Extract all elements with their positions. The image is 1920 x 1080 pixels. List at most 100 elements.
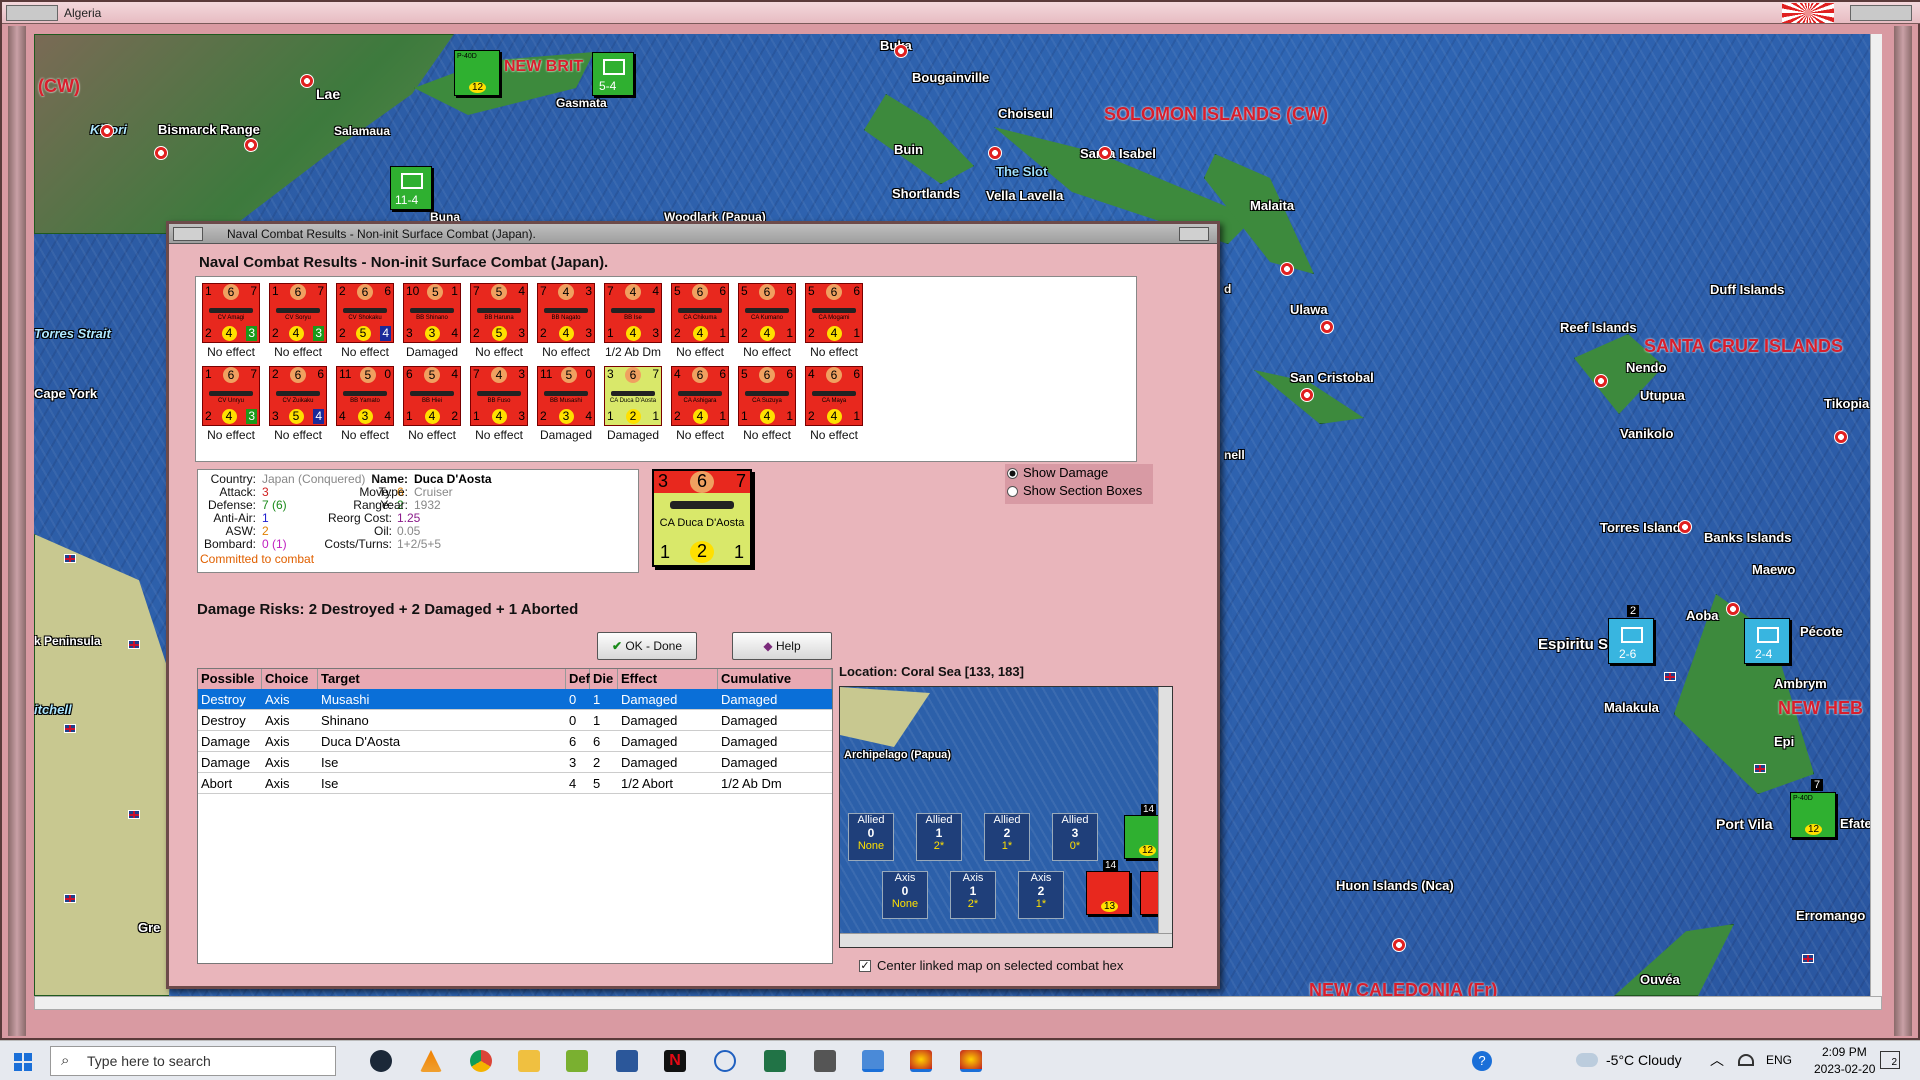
ship-counter[interactable]: 3 6 7 CA Duca D'Aosta 1 2 1 [604,366,662,426]
table-cell: 1 [593,692,601,707]
aircraft-counter[interactable]: 7 P-40D 12 [1790,779,1836,838]
axis-section-box[interactable]: Axis 1 2* [950,871,996,919]
ship-counter[interactable]: 7 4 4 BB Ise 1 4 3 [604,283,662,343]
help-tray-icon[interactable]: ? [1472,1051,1492,1071]
ship-counter[interactable]: 6 5 4 BB Hiei 1 4 2 [403,366,461,426]
notification-icon[interactable]: 2 [1880,1051,1900,1069]
aircraft-counter[interactable]: P-40D 12 [454,50,500,96]
ship-counter[interactable]: 10 5 1 BB Shinano 3 3 4 [403,283,461,343]
vlc-icon[interactable] [420,1050,442,1072]
dialog-menu-icon[interactable] [173,227,203,241]
minimap-hscroll[interactable] [840,933,1172,947]
ship-counter[interactable]: 5 6 6 CA Chikuma 2 4 1 [671,283,729,343]
ship-counter[interactable]: 7 4 3 BB Nagato 2 4 3 [537,283,595,343]
wif-game-icon-2[interactable] [960,1050,982,1072]
ship-counter[interactable]: 7 5 4 BB Haruna 2 5 3 [470,283,528,343]
table-row[interactable]: Damage Axis Ise 3 2 Damaged Damaged [198,752,832,773]
corps-counter[interactable]: 5-4 [592,52,634,96]
corps-counter[interactable]: 11-4 [390,166,432,210]
calculator-icon[interactable] [814,1050,836,1072]
axis-section-box[interactable]: Axis 0 None [882,871,928,919]
allied-corps-counter[interactable]: 2 2-6 [1608,605,1654,664]
chrome-icon[interactable] [470,1050,492,1072]
dialog-close-icon[interactable] [1179,227,1209,241]
ship-counter[interactable]: 4 6 6 CA Maya 2 4 1 [805,366,863,426]
table-cell: 6 [569,734,577,749]
minimap-vscroll[interactable] [1158,687,1172,933]
tray-chevron-icon[interactable]: ︿ [1710,1050,1724,1070]
ship-results-panel[interactable]: 1 6 7 CV Amagi 2 4 3 No effect 1 6 7 CV Soryu 2 4 3 No … [195,276,1137,462]
center-linked-label[interactable]: Center linked map on selected combat hex [877,958,1123,973]
combat-minimap[interactable]: Archipelago (Papua) Allied 0 None Allied 1 2*… [839,686,1173,948]
clock-date[interactable]: 2023-02-20 [1814,1062,1875,1076]
table-row[interactable]: Damage Axis Duca D'Aosta 6 6 Damaged Damaged [198,731,832,752]
window-controls[interactable] [1850,5,1912,21]
ship-top-values: 11 5 0 [339,367,391,383]
ship-counter[interactable]: 5 6 6 CA Kumano 2 4 1 [738,283,796,343]
label-mitchell: itchell [34,702,72,717]
combat-results-table[interactable]: Possible Choice Target Def Die Effect Cumulati… [197,668,833,964]
windows-start-icon[interactable] [14,1053,32,1071]
notepad-icon[interactable] [566,1050,588,1072]
center-linked-checkbox[interactable]: ✓ [859,960,871,972]
axis-section-box[interactable]: Axis 2 1* [1018,871,1064,919]
axis-fleet-counter[interactable]: 14 13 [1086,860,1130,915]
language-indicator[interactable]: ENG [1766,1053,1792,1067]
weather-cloud-icon[interactable] [1576,1053,1598,1067]
steam-icon[interactable] [370,1050,392,1072]
table-header-effect[interactable]: Effect [618,669,718,689]
table-header-die[interactable]: Die [590,669,618,689]
table-header-def[interactable]: Def [566,669,590,689]
table-row[interactable]: Destroy Axis Shinano 0 1 Damaged Damaged [198,710,832,731]
ship-counter[interactable]: 11 5 0 BB Musashi 2 3 4 [537,366,595,426]
big-counter-attack: 3 [658,471,669,491]
info-label: Oil: [374,524,392,538]
help-button[interactable]: ◆ Help [732,632,832,660]
ship-counter[interactable]: 1 6 7 CV Amagi 2 4 3 [202,283,260,343]
ship-counter[interactable]: 11 5 0 BB Yamato 4 3 4 [336,366,394,426]
ship-counter[interactable]: 2 6 6 CV Zuikaku 3 5 4 [269,366,327,426]
allied-corps-counter[interactable]: 2-4 [1744,618,1790,664]
word-icon[interactable] [616,1050,638,1072]
ship-counter[interactable]: 2 6 6 CV Shokaku 2 5 4 [336,283,394,343]
table-header-possible[interactable]: Possible [198,669,262,689]
ship-bottom-values: 434 [339,409,391,424]
clock-time[interactable]: 2:09 PM [1822,1045,1867,1059]
ship-counter[interactable]: 5 6 6 CA Mogami 2 4 1 [805,283,863,343]
table-cell: Damaged [721,692,778,707]
allied-section-box[interactable]: Allied 2 1* [984,813,1030,861]
allied-section-box[interactable]: Allied 0 None [848,813,894,861]
ship-counter[interactable]: 5 6 6 CA Suzuya 1 4 1 [738,366,796,426]
file-explorer-icon[interactable] [518,1050,540,1072]
window-app-icon[interactable] [862,1050,884,1072]
netflix-icon[interactable]: N [664,1050,686,1072]
taskbar-search-input[interactable]: ⌕ Type here to search [50,1046,336,1076]
table-header-target[interactable]: Target [318,669,566,689]
system-menu-icon[interactable] [6,5,58,21]
table-row[interactable]: Abort Axis Ise 4 5 1/2 Abort 1/2 Ab Dm [198,773,832,794]
ship-counter[interactable]: 7 4 3 BB Fuso 1 4 3 [470,366,528,426]
weather-text[interactable]: -5°C Cloudy [1606,1052,1682,1068]
ship-counter[interactable]: 4 6 6 CA Ashigara 2 4 1 [671,366,729,426]
ship-top-values: 466 [674,367,726,383]
map-hscroll[interactable] [34,996,1882,1010]
ship-bottom-values: 243 [540,326,592,341]
allied-section-box[interactable]: Allied 1 2* [916,813,962,861]
ship-counter[interactable]: 1 6 7 CV Unryu 2 4 3 [202,366,260,426]
allied-section-box[interactable]: Allied 3 0* [1052,813,1098,861]
wif-game-icon[interactable] [910,1050,932,1072]
show-sections-radio[interactable] [1007,486,1018,497]
excel-icon[interactable] [764,1050,786,1072]
table-header-cumulative[interactable]: Cumulative [718,669,832,689]
show-sections-label[interactable]: Show Section Boxes [1023,483,1142,498]
ok-done-button[interactable]: ✔ OK - Done [597,632,697,660]
dialog-title-bar[interactable]: Naval Combat Results - Non-init Surface … [169,224,1217,244]
remote-icon[interactable] [714,1050,736,1072]
table-header-choice[interactable]: Choice [262,669,318,689]
show-damage-radio[interactable] [1007,468,1018,479]
ship-counter[interactable]: 1 6 7 CV Soryu 2 4 3 [269,283,327,343]
show-damage-label[interactable]: Show Damage [1023,465,1108,480]
map-vertical-scrollbar[interactable] [1870,34,1882,996]
network-icon[interactable] [1738,1054,1754,1066]
table-row[interactable]: Destroy Axis Musashi 0 1 Damaged Damaged [198,689,832,710]
